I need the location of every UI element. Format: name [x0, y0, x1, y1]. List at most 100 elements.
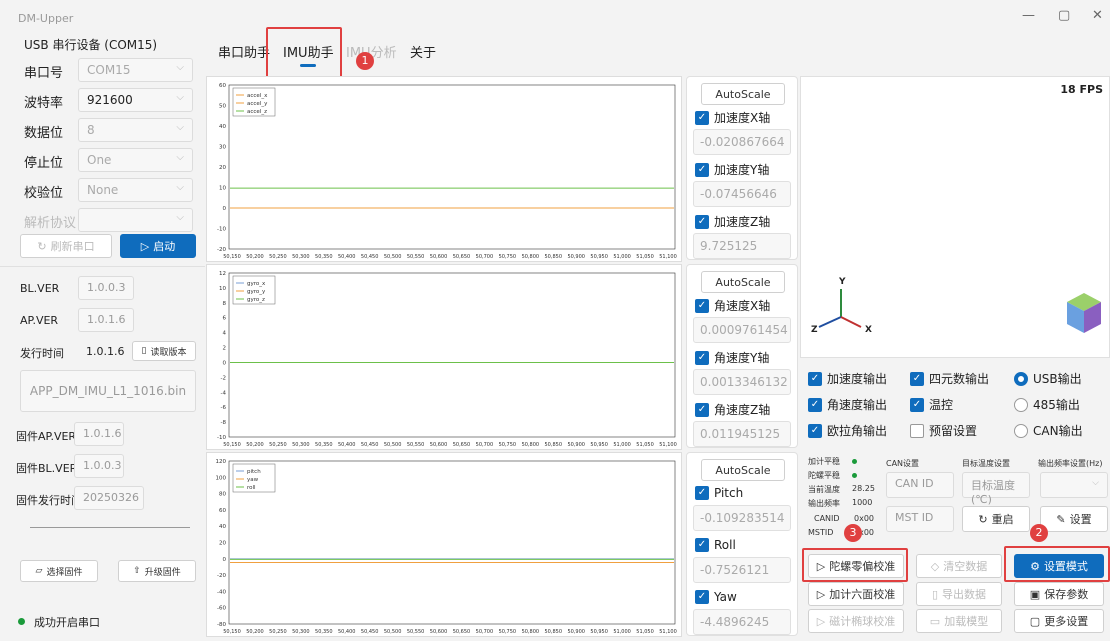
- port-select[interactable]: COM15 ⌵: [78, 58, 193, 82]
- y-tick-label: 2: [223, 346, 227, 352]
- protocol-select[interactable]: ⌵: [78, 208, 193, 232]
- restart-button[interactable]: ↻ 重启: [962, 506, 1030, 532]
- stopbits-select[interactable]: One ⌵: [78, 148, 193, 172]
- y-tick-label: -10: [217, 435, 226, 441]
- autoscale-button[interactable]: AutoScale: [701, 271, 785, 293]
- tab-serial[interactable]: 串口助手: [218, 42, 270, 61]
- target-temp-input[interactable]: 目标温度(℃): [962, 472, 1030, 506]
- export-icon: ▯: [931, 587, 939, 601]
- highlight-box-mode: [1004, 546, 1110, 582]
- reserved-checkbox[interactable]: 预留设置: [910, 422, 977, 439]
- channel-checkbox[interactable]: ✓ 加速度Y轴: [695, 161, 769, 178]
- channel-value: -0.7526121: [693, 557, 791, 583]
- x-tick-label: 50,150: [223, 254, 241, 260]
- x-tick-label: 50,550: [407, 629, 425, 635]
- mstid-label: MSTID: [808, 528, 834, 537]
- databits-select[interactable]: 8 ⌵: [78, 118, 193, 142]
- accel-calib-button[interactable]: ▷ 加计六面校准: [808, 582, 904, 606]
- y-tick-label: 0: [223, 557, 227, 563]
- x-tick-label: 50,450: [361, 254, 379, 260]
- channel-label: Yaw: [714, 589, 737, 604]
- channel-checkbox[interactable]: ✓ 角速度Y轴: [695, 349, 769, 366]
- channel-value: 0.0009761454: [693, 317, 791, 343]
- clear-data-button[interactable]: ◇ 清空数据: [916, 554, 1002, 578]
- stopbits-label: 停止位: [24, 156, 64, 171]
- channel-checkbox[interactable]: ✓ 角速度Z轴: [695, 401, 770, 418]
- export-data-button[interactable]: ▯ 导出数据: [916, 582, 1002, 606]
- accel-output-checkbox[interactable]: ✓ 加速度输出: [808, 370, 887, 387]
- refresh-port-button[interactable]: ↻ 刷新串口: [20, 234, 112, 258]
- x-tick-label: 51,000: [613, 254, 631, 260]
- quaternion-output-checkbox[interactable]: ✓ 四元数输出: [910, 370, 989, 387]
- maximize-icon[interactable]: ▢: [1058, 8, 1070, 23]
- can-id-input[interactable]: CAN ID: [886, 472, 954, 498]
- channel-checkbox[interactable]: ✓ Yaw: [695, 589, 737, 604]
- euler-output-checkbox[interactable]: ✓ 欧拉角输出: [808, 422, 887, 439]
- channel-value: -0.109283514: [693, 505, 791, 531]
- channel-checkbox[interactable]: ✓ Pitch: [695, 485, 743, 500]
- read-version-button[interactable]: ▯ 读取版本: [132, 341, 196, 361]
- close-icon[interactable]: ✕: [1092, 8, 1103, 23]
- gyro-output-checkbox[interactable]: ✓ 角速度输出: [808, 396, 887, 413]
- baud-select[interactable]: 921600 ⌵: [78, 88, 193, 112]
- start-button[interactable]: ▷ 启动: [120, 234, 196, 258]
- mst-id-input[interactable]: MST ID: [886, 506, 954, 532]
- y-tick-label: -60: [217, 606, 226, 612]
- channel-checkbox[interactable]: ✓ 加速度Z轴: [695, 213, 770, 230]
- rs485-output-radio[interactable]: 485输出: [1014, 396, 1080, 413]
- channel-checkbox[interactable]: ✓ 加速度X轴: [695, 109, 770, 126]
- save-params-button[interactable]: ▣ 保存参数: [1014, 582, 1104, 606]
- x-tick-label: 50,500: [384, 442, 402, 448]
- x-tick-label: 50,200: [246, 629, 264, 635]
- imu-cube-icon: [1067, 293, 1101, 333]
- set-button[interactable]: ✎ 设置: [1040, 506, 1108, 532]
- channel-label: Pitch: [714, 485, 744, 500]
- channel-checkbox[interactable]: ✓ 角速度X轴: [695, 297, 770, 314]
- orientation-viewer[interactable]: 18 FPS Y Z X: [800, 76, 1110, 358]
- y-tick-label: 100: [216, 475, 227, 481]
- refresh-icon: ↻: [978, 512, 988, 526]
- firmware-file[interactable]: APP_DM_IMU_L1_1016.bin: [20, 370, 196, 412]
- usb-output-radio[interactable]: USB输出: [1014, 370, 1082, 387]
- x-tick-label: 50,300: [292, 254, 310, 260]
- y-tick-label: -2: [221, 375, 226, 381]
- left-panel: USB 串行设备 (COM15) 串口号 COM15 ⌵ 波特率 921600 ⌵ …: [0, 32, 205, 637]
- y-tick-label: 0: [223, 360, 227, 366]
- load-model-button[interactable]: ▭ 加载模型: [916, 609, 1002, 633]
- can-output-radio[interactable]: CAN输出: [1014, 422, 1083, 439]
- x-tick-label: 50,350: [315, 442, 333, 448]
- autoscale-button[interactable]: AutoScale: [701, 83, 785, 105]
- select-firmware-button[interactable]: ▱ 选择固件: [20, 560, 98, 582]
- gyro-chart[interactable]: 12 10 8 6 4 2 0 -2 -4 -6 -8 -10 50,150 50,200 50,250 50…: [206, 264, 682, 450]
- temp-control-checkbox[interactable]: ✓ 温控: [910, 396, 953, 413]
- y-tick-label: -10: [217, 227, 226, 233]
- euler-chart[interactable]: 120 100 80 60 40 20 0 -20 -40 -60 -80 50,150 50,200 5…: [206, 452, 682, 637]
- y-tick-label: 50: [219, 104, 226, 110]
- x-tick-label: 50,900: [567, 629, 585, 635]
- x-tick-label: 50,950: [590, 442, 608, 448]
- autoscale-button[interactable]: AutoScale: [701, 459, 785, 481]
- parity-select[interactable]: None ⌵: [78, 178, 193, 202]
- refresh-icon: ↻: [37, 239, 47, 253]
- tab-about[interactable]: 关于: [410, 42, 436, 61]
- annotation-badge-2: 2: [1030, 524, 1048, 542]
- x-tick-label: 50,650: [453, 254, 471, 260]
- target-temp-label: 目标温度设置: [962, 459, 1010, 468]
- channel-checkbox[interactable]: ✓ Roll: [695, 537, 736, 552]
- x-tick-label: 50,450: [361, 629, 379, 635]
- databits-label: 数据位: [24, 126, 64, 141]
- mag-calib-button[interactable]: ▷ 磁计椭球校准: [808, 609, 904, 633]
- channel-value: -4.4896245: [693, 609, 791, 635]
- more-settings-button[interactable]: ▢ 更多设置: [1014, 609, 1104, 633]
- minimize-icon[interactable]: —: [1022, 8, 1035, 23]
- folder-icon: ▱: [35, 566, 43, 576]
- freq-select[interactable]: ⌵: [1040, 472, 1108, 498]
- accel-chart[interactable]: 60 50 40 30 20 10 0 -10 -20 50,150 50,200 50,250 50,…: [206, 76, 682, 262]
- x-tick-label: 50,200: [246, 442, 264, 448]
- save-icon: ▣: [1029, 587, 1041, 601]
- check-icon: ✓: [910, 397, 924, 412]
- upgrade-firmware-button[interactable]: ⇧ 升级固件: [118, 560, 196, 582]
- play-icon: ▷: [140, 239, 150, 253]
- x-tick-label: 51,000: [613, 629, 631, 635]
- y-tick-label: -20: [217, 247, 226, 253]
